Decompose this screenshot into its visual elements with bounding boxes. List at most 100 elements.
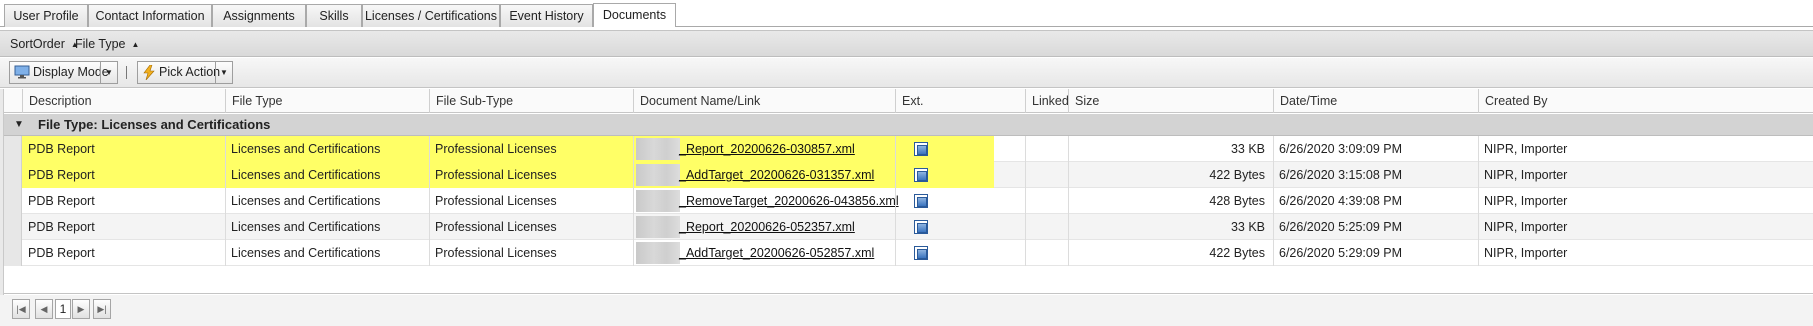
tab-user-profile[interactable]: User Profile xyxy=(4,4,88,27)
column-header-file-type[interactable]: File Type xyxy=(225,89,429,113)
xml-file-icon[interactable] xyxy=(914,246,928,260)
cell-divider xyxy=(225,136,226,162)
table-row[interactable]: PDB Report Licenses and Certifications Pro… xyxy=(4,240,1813,266)
cell-date-time: 6/26/2020 3:09:09 PM xyxy=(1279,142,1403,156)
cell-linked xyxy=(1025,136,1068,162)
chevron-down-icon[interactable]: ▼ xyxy=(100,62,117,83)
display-mode-button[interactable]: Display Mode ▼ xyxy=(9,61,118,84)
pick-action-button[interactable]: Pick Action ▼ xyxy=(137,61,233,84)
cell-divider xyxy=(1068,162,1069,188)
cell-date-time: 6/26/2020 5:25:09 PM xyxy=(1279,220,1403,234)
cell-divider xyxy=(633,136,634,162)
cell-created-by: NIPR, Importer xyxy=(1484,142,1568,156)
table-row[interactable]: PDB Report Licenses and Certifications Pro… xyxy=(4,188,1813,214)
cell-divider xyxy=(633,214,634,240)
last-page-icon[interactable]: ▶| xyxy=(93,299,111,319)
tab-documents[interactable]: Documents xyxy=(593,3,676,27)
cell-divider xyxy=(225,188,226,214)
cell-divider xyxy=(429,214,430,240)
current-page-number[interactable]: 1 xyxy=(55,299,71,319)
cell-divider xyxy=(895,162,896,188)
cell-divider xyxy=(225,214,226,240)
table-row[interactable]: PDB Report Licenses and Certifications Pro… xyxy=(4,162,1813,188)
cell-divider xyxy=(1478,188,1479,214)
redacted-block xyxy=(636,242,680,264)
cell-linked xyxy=(1025,214,1068,240)
xml-file-icon[interactable] xyxy=(914,168,928,182)
table-row[interactable]: PDB Report Licenses and Certifications Pro… xyxy=(4,214,1813,240)
cell-file-type: Licenses and Certifications xyxy=(231,194,381,208)
tab-assignments[interactable]: Assignments xyxy=(212,4,306,27)
sort-bar: SortOrder ▲ File Type ▲ xyxy=(0,30,1813,57)
sort-ascending-icon: ▲ xyxy=(131,40,140,49)
column-header-created-by[interactable]: Created By xyxy=(1478,89,1813,113)
cell-divider xyxy=(633,240,634,266)
document-link[interactable]: _RemoveTarget_20200626-043856.xml xyxy=(679,188,899,214)
cell-divider xyxy=(429,188,430,214)
document-link[interactable]: _Report_20200626-052357.xml xyxy=(679,214,855,240)
document-link[interactable]: _Report_20200626-030857.xml xyxy=(679,136,855,162)
column-header-file-sub-type[interactable]: File Sub-Type xyxy=(429,89,633,113)
xml-file-icon[interactable] xyxy=(914,194,928,208)
prev-page-icon[interactable]: ◀ xyxy=(35,299,53,319)
sort-chip-sortorder[interactable]: SortOrder ▲ xyxy=(10,36,79,54)
toolbar-divider xyxy=(126,66,127,79)
cell-description: PDB Report xyxy=(28,194,95,208)
cell-divider xyxy=(429,162,430,188)
group-label: File Type: Licenses and Certifications xyxy=(38,117,271,132)
cell-description: PDB Report xyxy=(28,168,95,182)
cell-description: PDB Report xyxy=(28,142,95,156)
row-indent xyxy=(4,240,22,266)
document-link[interactable]: _AddTarget_20200626-052857.xml xyxy=(679,240,874,266)
cell-divider xyxy=(1273,162,1274,188)
cell-divider xyxy=(1025,136,1026,162)
cell-divider xyxy=(225,240,226,266)
cell-date-time: 6/26/2020 3:15:08 PM xyxy=(1279,168,1403,182)
xml-file-icon[interactable] xyxy=(914,220,928,234)
cell-divider xyxy=(1273,136,1274,162)
column-header-date-time[interactable]: Date/Time xyxy=(1273,89,1478,113)
cell-created-by: NIPR, Importer xyxy=(1484,194,1568,208)
column-header-description[interactable]: Description xyxy=(22,89,225,113)
column-header-document-name[interactable]: Document Name/Link xyxy=(633,89,895,113)
pager: |◀ ◀ 1 ▶ ▶| xyxy=(0,295,1813,326)
cell-size: 33 KB xyxy=(1230,142,1265,156)
cell-divider xyxy=(1273,240,1274,266)
display-mode-label: Display Mode xyxy=(33,65,109,79)
tab-contact-information[interactable]: Contact Information xyxy=(88,4,212,27)
cell-file-sub-type: Professional Licenses xyxy=(435,220,557,234)
first-page-icon[interactable]: |◀ xyxy=(12,299,30,319)
cell-linked xyxy=(1025,162,1068,188)
tab-licenses-certifications[interactable]: Licenses / Certifications xyxy=(362,4,500,27)
tab-event-history[interactable]: Event History xyxy=(500,4,593,27)
cell-divider xyxy=(429,136,430,162)
cell-divider xyxy=(1025,188,1026,214)
tab-skills[interactable]: Skills xyxy=(306,4,362,27)
column-header-size[interactable]: Size xyxy=(1068,89,1273,113)
group-row: ▼ File Type: Licenses and Certifications xyxy=(4,114,1813,136)
column-header-linked[interactable]: Linked xyxy=(1025,89,1069,113)
cell-file-sub-type: Professional Licenses xyxy=(435,246,557,260)
cell-divider xyxy=(1068,188,1069,214)
cell-divider xyxy=(1273,188,1274,214)
monitor-icon xyxy=(14,62,30,83)
toolbar: Display Mode ▼ Pick Action ▼ xyxy=(0,58,1813,88)
row-indent xyxy=(4,188,22,214)
xml-file-icon[interactable] xyxy=(914,142,928,156)
cell-divider xyxy=(429,240,430,266)
sort-chip-label: SortOrder xyxy=(10,37,65,51)
chevron-down-icon[interactable]: ▼ xyxy=(215,62,232,83)
lightning-icon xyxy=(142,62,156,84)
cell-divider xyxy=(895,188,896,214)
cell-linked xyxy=(1025,240,1068,266)
cell-divider xyxy=(1478,240,1479,266)
cell-divider xyxy=(1068,214,1069,240)
column-header-ext[interactable]: Ext. xyxy=(895,89,1025,113)
sort-chip-file-type[interactable]: File Type ▲ xyxy=(75,36,139,54)
collapse-chevron-icon[interactable]: ▼ xyxy=(14,119,24,130)
next-page-icon[interactable]: ▶ xyxy=(72,299,90,319)
document-link[interactable]: _AddTarget_20200626-031357.xml xyxy=(679,162,874,188)
row-indent xyxy=(4,162,22,188)
cell-created-by: NIPR, Importer xyxy=(1484,220,1568,234)
table-row[interactable]: PDB Report Licenses and Certifications Pro… xyxy=(4,136,1813,162)
